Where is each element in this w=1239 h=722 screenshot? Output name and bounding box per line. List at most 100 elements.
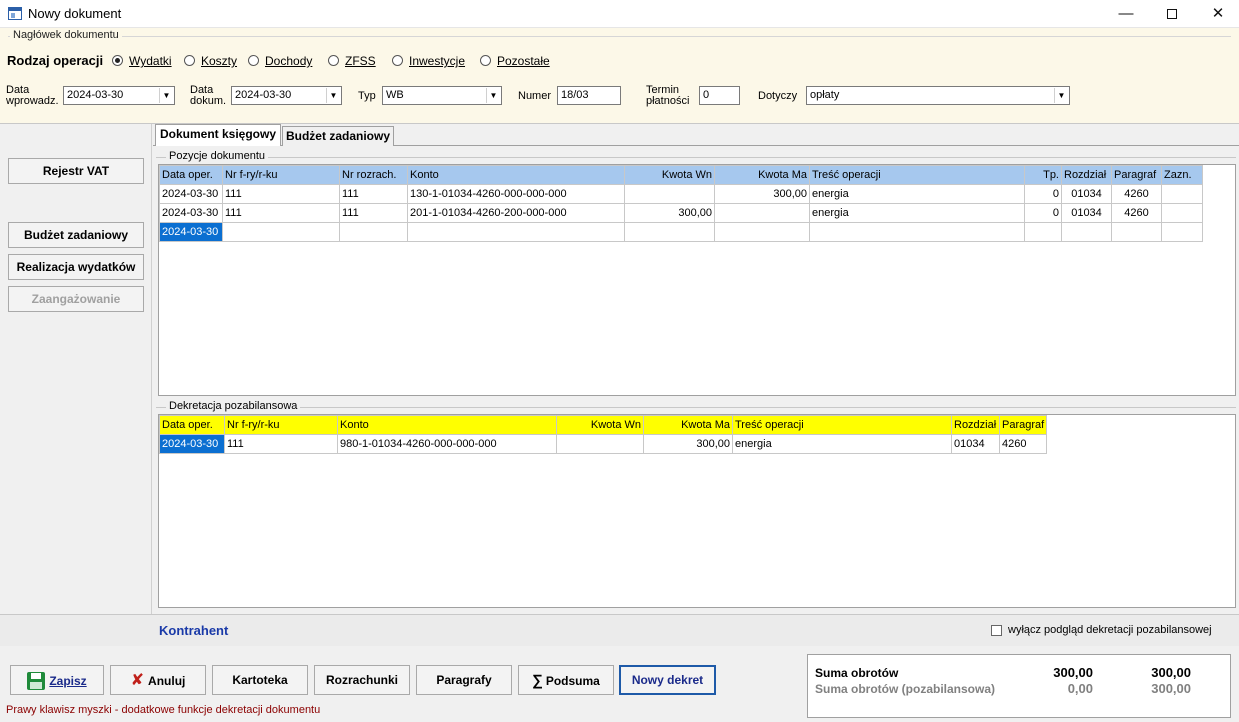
dotyczy-combo[interactable]: opłaty ▼ <box>806 86 1070 105</box>
pozabilans-preview-checkbox[interactable] <box>991 625 1002 636</box>
numer-input[interactable]: 18/03 <box>557 86 621 105</box>
paragrafy-button[interactable]: Paragrafy <box>416 665 512 695</box>
cell[interactable] <box>222 222 340 242</box>
maximize-icon[interactable] <box>1149 0 1195 28</box>
cell[interactable]: 2024-03-30 <box>159 203 223 223</box>
cell[interactable]: 4260 <box>1111 203 1162 223</box>
col-tresc[interactable]: Treść operacji <box>732 415 952 435</box>
radio-pozostale-label[interactable]: Pozostałe <box>497 54 550 68</box>
cell[interactable]: energia <box>732 434 952 454</box>
dekretacja-grid[interactable]: Data oper. Nr f-ry/r-ku Konto Kwota Wn K… <box>158 414 1236 608</box>
col-kwota-ma[interactable]: Kwota Ma <box>714 165 810 185</box>
cell[interactable] <box>556 434 644 454</box>
col-nr-fry[interactable]: Nr f-ry/r-ku <box>224 415 338 435</box>
pozabilans-preview-label[interactable]: wyłącz podgląd dekretacji pozabilansowej <box>1008 624 1212 636</box>
cell[interactable]: 300,00 <box>624 203 715 223</box>
col-konto[interactable]: Konto <box>337 415 557 435</box>
realizacja-wydatkow-button[interactable]: Realizacja wydatków <box>8 254 144 280</box>
col-data-oper[interactable]: Data oper. <box>159 415 225 435</box>
col-nr-rozrach[interactable]: Nr rozrach. <box>339 165 408 185</box>
tab-dokument-ksiegowy[interactable]: Dokument księgowy <box>155 124 281 146</box>
cell[interactable]: 2024-03-30 <box>159 184 223 204</box>
zapisz-button[interactable]: Zapisz <box>10 665 104 695</box>
cell[interactable] <box>1061 222 1112 242</box>
table-row[interactable]: 2024-03-30 111 111 130-1-01034-4260-000-… <box>159 184 1203 204</box>
radio-koszty[interactable] <box>184 55 195 66</box>
cell[interactable]: 111 <box>224 434 338 454</box>
radio-zfss-label[interactable]: ZFSS <box>345 54 376 68</box>
col-nr-fry[interactable]: Nr f-ry/r-ku <box>222 165 340 185</box>
zaangazowanie-button[interactable]: Zaangażowanie <box>8 286 144 312</box>
table-row[interactable]: 2024-03-30 111 980-1-01034-4260-000-000-… <box>159 434 1047 454</box>
radio-dochody[interactable] <box>248 55 259 66</box>
cell[interactable] <box>714 222 810 242</box>
kontrahent-label[interactable]: Kontrahent <box>159 623 228 638</box>
cell[interactable] <box>1024 222 1062 242</box>
cell[interactable]: 201-1-01034-4260-200-000-000 <box>407 203 625 223</box>
minimize-icon[interactable]: — <box>1103 0 1149 28</box>
col-zazn[interactable]: Zazn. <box>1161 165 1203 185</box>
typ-combo[interactable]: WB ▼ <box>382 86 502 105</box>
cell[interactable]: 01034 <box>1061 203 1112 223</box>
col-paragraf[interactable]: Paragraf <box>1111 165 1162 185</box>
cell[interactable] <box>624 184 715 204</box>
cell[interactable]: 0 <box>1024 184 1062 204</box>
cell[interactable]: 4260 <box>999 434 1047 454</box>
tab-budzet-zadaniowy[interactable]: Budżet zadaniowy <box>282 126 394 146</box>
chevron-down-icon[interactable]: ▼ <box>159 88 173 103</box>
cell[interactable] <box>1161 203 1203 223</box>
radio-zfss[interactable] <box>328 55 339 66</box>
cell[interactable] <box>1161 184 1203 204</box>
selected-cell[interactable]: 2024-03-30 <box>159 434 225 454</box>
col-rozdzial[interactable]: Rozdział <box>1061 165 1112 185</box>
cell[interactable]: 300,00 <box>714 184 810 204</box>
chevron-down-icon[interactable]: ▼ <box>486 88 500 103</box>
col-kwota-ma[interactable]: Kwota Ma <box>643 415 733 435</box>
cell[interactable]: 111 <box>222 203 340 223</box>
cell[interactable]: 111 <box>339 184 408 204</box>
col-rozdzial[interactable]: Rozdział <box>951 415 1000 435</box>
cell[interactable]: 01034 <box>1061 184 1112 204</box>
anuluj-button[interactable]: ✘ Anuluj <box>110 665 206 695</box>
budzet-zadaniowy-button[interactable]: Budżet zadaniowy <box>8 222 144 248</box>
cell[interactable]: 111 <box>339 203 408 223</box>
col-konto[interactable]: Konto <box>407 165 625 185</box>
radio-inwestycje-label[interactable]: Inwestycje <box>409 54 465 68</box>
col-data-oper[interactable]: Data oper. <box>159 165 223 185</box>
cell[interactable]: 01034 <box>951 434 1000 454</box>
radio-wydatki[interactable] <box>112 55 123 66</box>
cell[interactable] <box>624 222 715 242</box>
data-dokum-combo[interactable]: 2024-03-30 ▼ <box>231 86 342 105</box>
cell[interactable] <box>339 222 408 242</box>
table-row[interactable]: 2024-03-30 111 111 201-1-01034-4260-200-… <box>159 203 1203 223</box>
selected-cell[interactable]: 2024-03-30 <box>159 222 223 242</box>
close-icon[interactable]: ✕ <box>1195 0 1239 28</box>
col-kwota-wn[interactable]: Kwota Wn <box>624 165 715 185</box>
rozrachunki-button[interactable]: Rozrachunki <box>314 665 410 695</box>
radio-wydatki-label[interactable]: Wydatki <box>129 54 172 68</box>
cell[interactable]: energia <box>809 184 1025 204</box>
pozycje-grid[interactable]: Data oper. Nr f-ry/r-ku Nr rozrach. Kont… <box>158 164 1236 396</box>
cell[interactable]: 0 <box>1024 203 1062 223</box>
cell[interactable]: 980-1-01034-4260-000-000-000 <box>337 434 557 454</box>
cell[interactable] <box>1111 222 1162 242</box>
termin-input[interactable]: 0 <box>699 86 740 105</box>
radio-pozostale[interactable] <box>480 55 491 66</box>
col-kwota-wn[interactable]: Kwota Wn <box>556 415 644 435</box>
nowy-dekret-button[interactable]: Nowy dekret <box>619 665 716 695</box>
col-tresc[interactable]: Treść operacji <box>809 165 1025 185</box>
kartoteka-button[interactable]: Kartoteka <box>212 665 308 695</box>
data-wprowadz-combo[interactable]: 2024-03-30 ▼ <box>63 86 175 105</box>
cell[interactable] <box>1161 222 1203 242</box>
table-row[interactable]: 2024-03-30 <box>159 222 1203 242</box>
cell[interactable]: 300,00 <box>643 434 733 454</box>
col-paragraf[interactable]: Paragraf <box>999 415 1047 435</box>
cell[interactable] <box>407 222 625 242</box>
chevron-down-icon[interactable]: ▼ <box>1054 88 1068 103</box>
col-tp[interactable]: Tp. <box>1024 165 1062 185</box>
cell[interactable] <box>809 222 1025 242</box>
cell[interactable]: 130-1-01034-4260-000-000-000 <box>407 184 625 204</box>
podsuma-button[interactable]: ∑ Podsuma <box>518 665 614 695</box>
chevron-down-icon[interactable]: ▼ <box>326 88 340 103</box>
cell[interactable]: energia <box>809 203 1025 223</box>
